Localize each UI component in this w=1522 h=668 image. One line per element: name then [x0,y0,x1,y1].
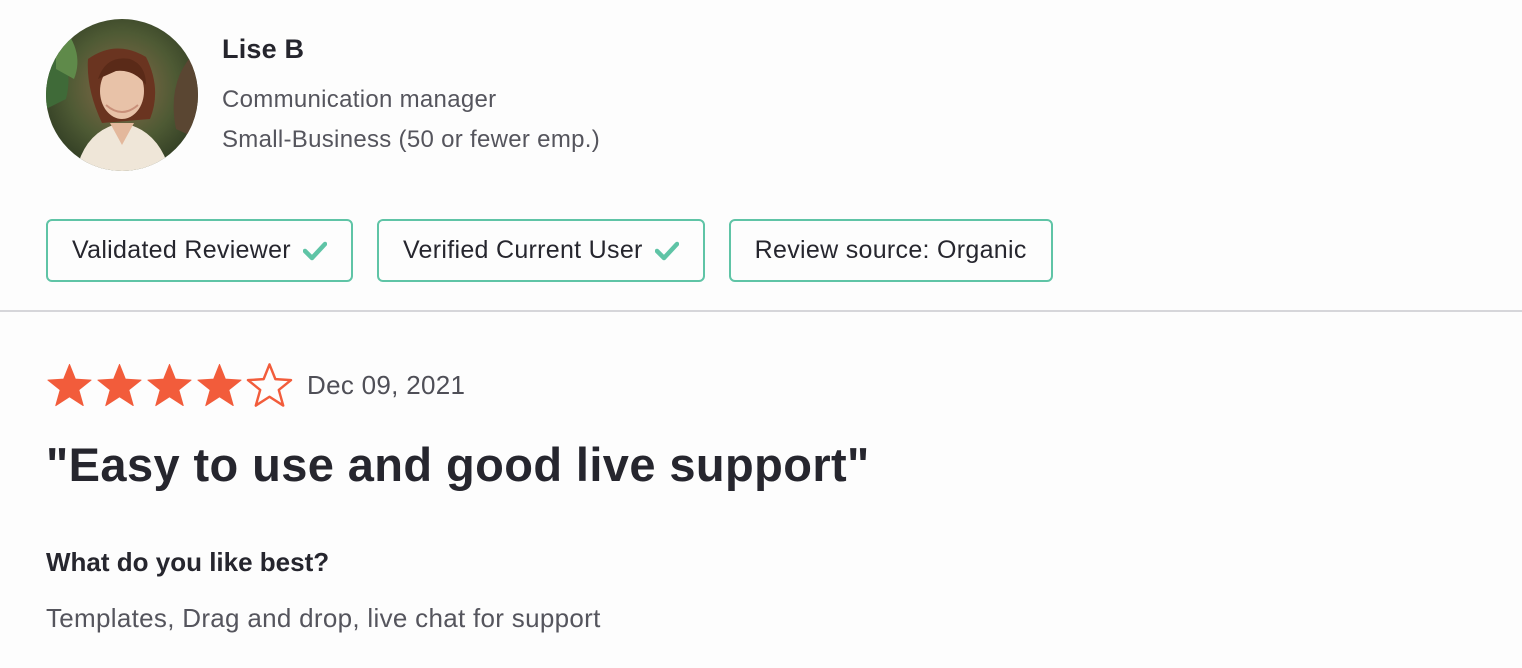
reviewer-name: Lise B [222,34,305,64]
validated-reviewer-badge[interactable]: Validated Reviewer [46,219,353,282]
reviewer-segment: Small-Business (50 or fewer emp.) [222,126,601,153]
avatar-photo-icon [46,19,198,171]
review-source-badge[interactable]: Review source: Organic [728,219,1053,282]
star-filled-icon [97,363,142,407]
badge-label: Validated Reviewer [72,236,291,264]
star-rating [46,362,293,408]
section-divider [0,310,1522,312]
review-answer: Templates, Drag and drop, live chat for … [46,603,601,633]
badge-label: Review source: Organic [754,236,1027,264]
reviewer-role: Communication manager [222,86,497,113]
reviewer-badges: Validated Reviewer Verified Current User… [46,219,1053,282]
check-icon [654,241,679,260]
review-question: What do you like best? [46,547,330,577]
verified-current-user-badge[interactable]: Verified Current User [376,219,705,282]
star-filled-icon [47,363,92,407]
star-empty-icon [246,363,293,407]
star-filled-icon [197,363,242,407]
reviewer-avatar[interactable] [46,19,198,171]
review-rating-row: Dec 09, 2021 [46,362,465,408]
check-icon [302,241,327,260]
badge-label: Verified Current User [402,236,643,264]
review-date: Dec 09, 2021 [307,369,466,400]
review-title: "Easy to use and good live support" [46,438,870,491]
star-filled-icon [147,363,192,407]
